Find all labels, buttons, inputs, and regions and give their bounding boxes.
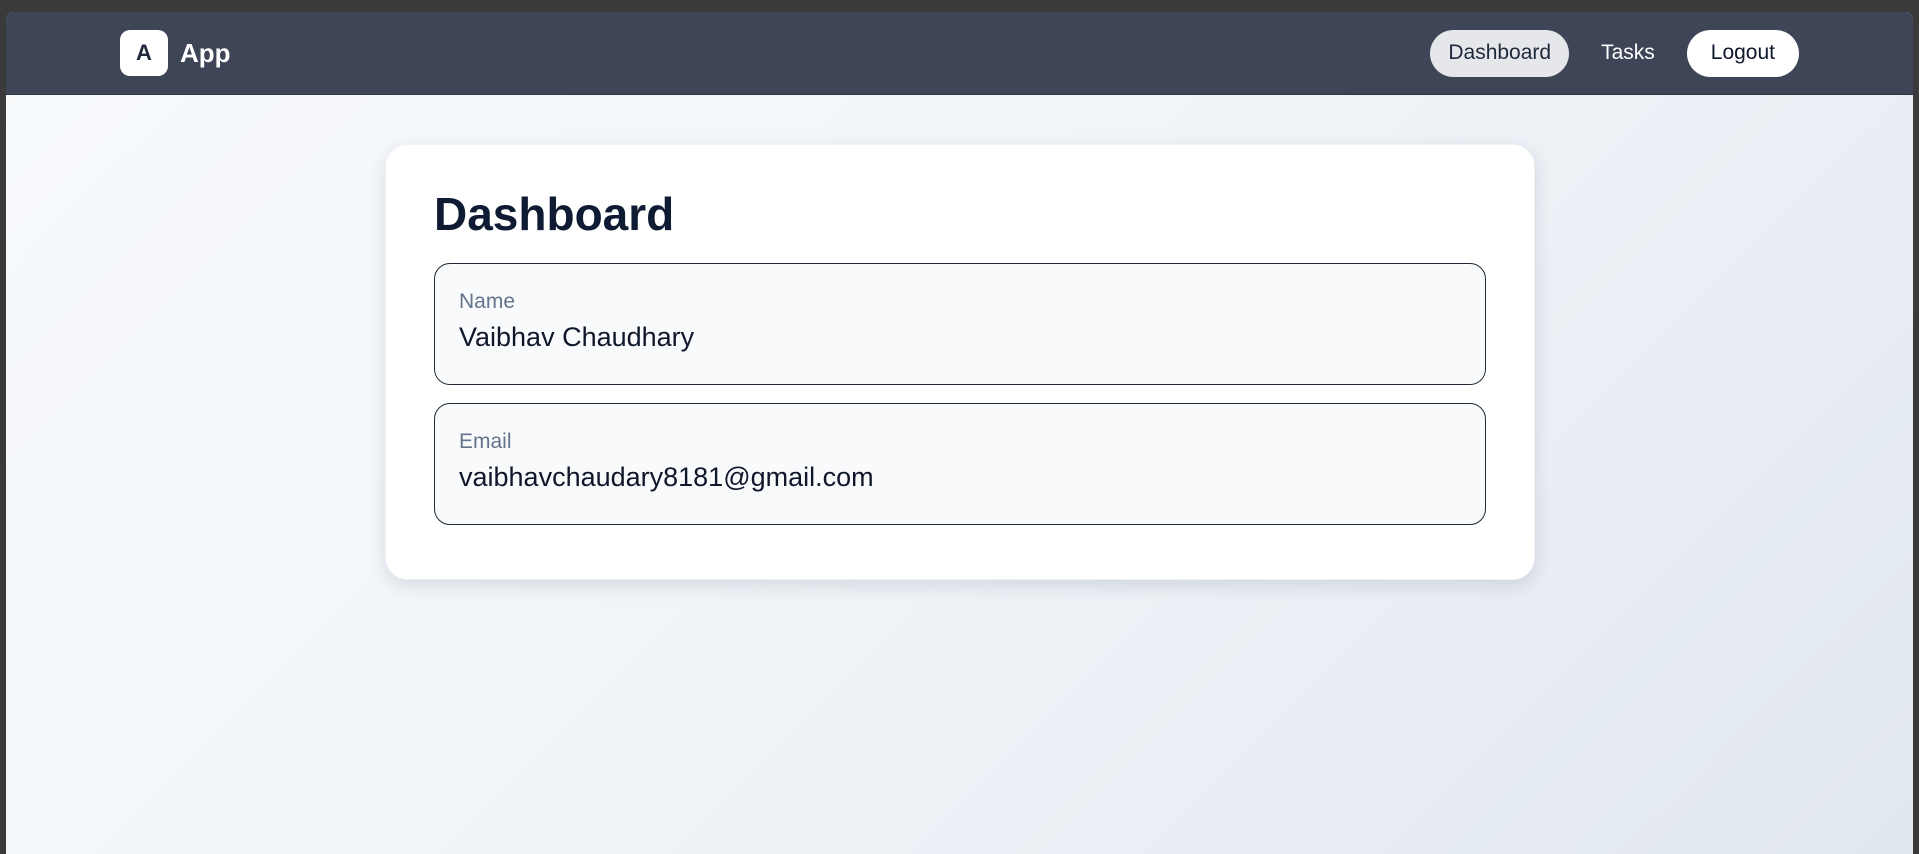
nav-tasks-button[interactable]: Tasks: [1583, 30, 1673, 77]
app-name: App: [180, 37, 231, 68]
page-title: Dashboard: [434, 188, 675, 240]
logo-letter: A: [136, 40, 152, 65]
name-field: Name Vaibhav Chaudhary: [434, 263, 1486, 385]
top-navbar: A App Dashboard Tasks Logout: [6, 12, 1913, 95]
brand[interactable]: A App: [120, 30, 231, 76]
dashboard-card: Dashboard Name Vaibhav Chaudhary Email v…: [385, 144, 1535, 580]
logout-button[interactable]: Logout: [1686, 29, 1799, 77]
email-label: Email: [459, 430, 512, 453]
nav-dashboard-button[interactable]: Dashboard: [1430, 29, 1570, 77]
app-window: A App Dashboard Tasks Logout Dashboard N…: [6, 12, 1913, 854]
name-label: Name: [459, 290, 516, 313]
email-value: vaibhavchaudary8181@gmail.com: [459, 462, 874, 492]
main-nav: Dashboard Tasks Logout: [1430, 29, 1799, 77]
app-logo: A: [120, 30, 168, 76]
email-field: Email vaibhavchaudary8181@gmail.com: [434, 403, 1486, 525]
name-value: Vaibhav Chaudhary: [459, 322, 695, 352]
